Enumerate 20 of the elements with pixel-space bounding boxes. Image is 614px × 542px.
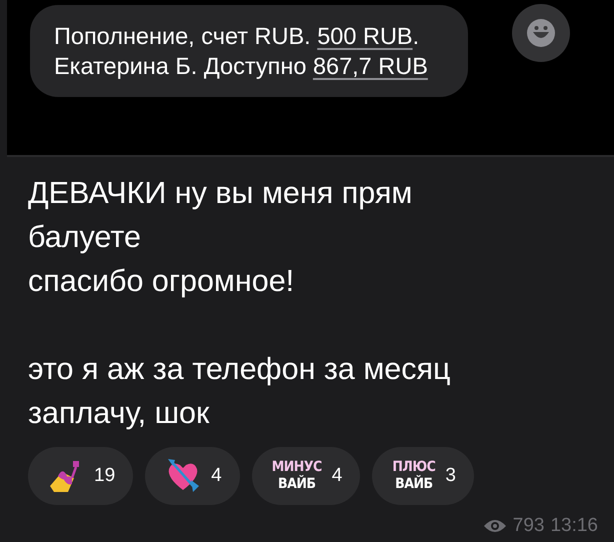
message-link[interactable]: RUB bbox=[356, 23, 413, 49]
sticker-text: ПЛЮС bbox=[392, 459, 436, 475]
view-count: 793 bbox=[512, 515, 544, 537]
message-link[interactable]: 867,7 RUB bbox=[312, 53, 428, 79]
sticker-text: МИНУС bbox=[272, 459, 322, 475]
eye-icon bbox=[482, 518, 507, 534]
reaction-count: 4 bbox=[332, 465, 342, 487]
heart-arrow-icon bbox=[165, 458, 202, 494]
reaction-count: 4 bbox=[211, 465, 222, 487]
reaction-count: 3 bbox=[445, 465, 456, 487]
post-time: 13:16 bbox=[550, 515, 598, 537]
smiley-icon bbox=[526, 18, 556, 48]
sticker-text: ВАЙБ bbox=[395, 476, 433, 493]
reaction-button[interactable]: 4 bbox=[145, 447, 240, 505]
post-text: ДЕВАЧКИ ну вы меня прям балуете спасибо огромное! это я аж за телефон за месяц заплачу, шок bbox=[28, 175, 452, 432]
reaction-count: 19 bbox=[94, 465, 116, 487]
message-bubble: Пополнение, счет RUB. 500 RUB. Екатерина Б. Доступно 867,7 RUB bbox=[30, 5, 468, 97]
reaction-button[interactable]: 19 bbox=[28, 447, 134, 505]
message-link[interactable]: 500 bbox=[317, 23, 356, 49]
sticker-text: ВАЙБ bbox=[278, 476, 316, 493]
